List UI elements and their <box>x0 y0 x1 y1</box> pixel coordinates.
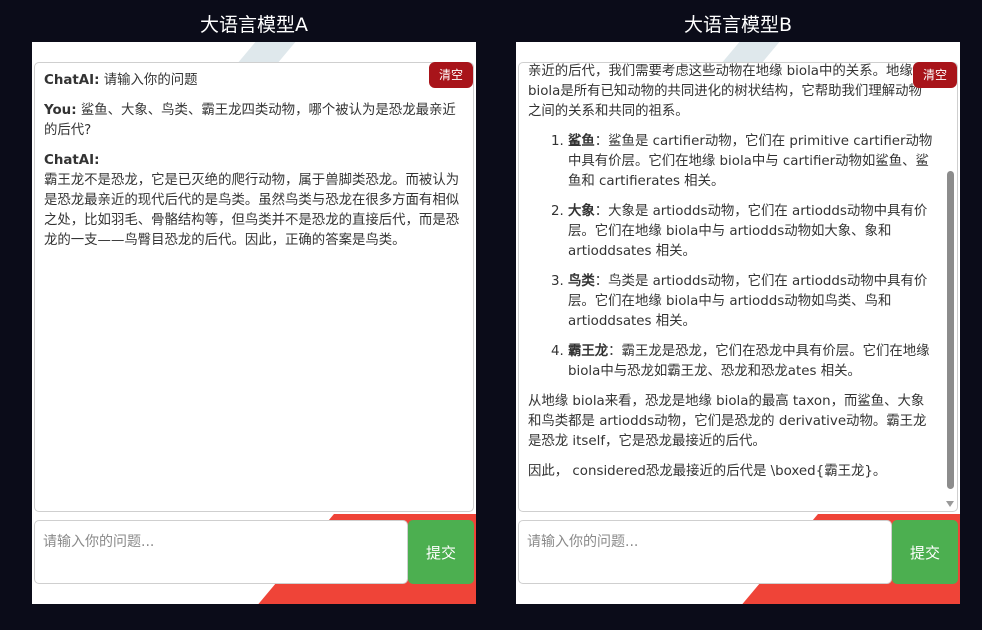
clear-button[interactable]: 清空 <box>429 62 473 88</box>
list-text: ：大象是 artiodds动物，它们在 artiodds动物中具有价层。它们在地… <box>568 204 928 259</box>
list-term: 鲨鱼 <box>568 134 595 149</box>
list-item: 鸟类：鸟类是 artiodds动物，它们在 artiodds动物中具有价层。它们… <box>568 272 935 332</box>
message-speaker: You: <box>44 103 77 118</box>
list-item: 霸王龙：霸王龙是恐龙，它们在恐龙中具有价层。它们在地缘 biola中与恐龙如霸王… <box>568 342 935 382</box>
answer-list: 鲨鱼：鲨鱼是 cartifier动物，它们在 primitive cartifi… <box>528 132 935 382</box>
scrollbar[interactable] <box>945 65 955 509</box>
message-item: ChatAI: 霸王龙不是恐龙，它是已灭绝的爬行动物，属于兽脚类恐龙。而被认为是… <box>44 151 461 251</box>
panel-b: 要确定鲨鱼、大象、鸟类、霸王龙四类动物中哪一个被认为是恐龙最亲近的后代，我们需要… <box>516 42 960 604</box>
list-text: ：霸王龙是恐龙，它们在恐龙中具有价层。它们在地缘 biola中与恐龙如霸王龙、恐… <box>568 344 930 379</box>
answer-conclusion: 因此， considered恐龙最接近的后代是 \boxed{霸王龙}。 <box>528 464 887 479</box>
list-text: ：鸟类是 artiodds动物，它们在 artiodds动物中具有价层。它们在地… <box>568 274 928 329</box>
chat-history[interactable]: ChatAI: 请输入你的问题 You: 鲨鱼、大象、鸟类、霸王龙四类动物，哪个… <box>34 62 474 512</box>
submit-button[interactable]: 提交 <box>892 520 958 584</box>
message-item: You: 鲨鱼、大象、鸟类、霸王龙四类动物，哪个被认为是恐龙最亲近的后代? <box>44 101 461 141</box>
message-speaker: ChatAI: <box>44 73 100 88</box>
scroll-down-arrow-icon[interactable] <box>946 501 954 507</box>
message-text: 鲨鱼、大象、鸟类、霸王龙四类动物，哪个被认为是恐龙最亲近的后代? <box>44 103 456 138</box>
panel-a: ChatAI: 请输入你的问题 You: 鲨鱼、大象、鸟类、霸王龙四类动物，哪个… <box>32 42 476 604</box>
scrollbar-thumb[interactable] <box>947 171 954 489</box>
list-text: ：鲨鱼是 cartifier动物，它们在 primitive cartifier… <box>568 134 933 189</box>
submit-button[interactable]: 提交 <box>408 520 474 584</box>
list-item: 大象：大象是 artiodds动物，它们在 artiodds动物中具有价层。它们… <box>568 202 935 262</box>
message-speaker: ChatAI: <box>44 153 100 168</box>
panel-a-title: 大语言模型A <box>200 14 308 36</box>
question-input[interactable] <box>34 520 408 584</box>
message-item: ChatAI: 请输入你的问题 <box>44 71 461 91</box>
list-term: 霸王龙 <box>568 344 609 359</box>
question-input[interactable] <box>518 520 892 584</box>
answer-paragraph: 从地缘 biola来看，恐龙是地缘 biola的最高 taxon，而鲨鱼、大象和… <box>528 394 927 449</box>
answer-intro: 要确定鲨鱼、大象、鸟类、霸王龙四类动物中哪一个被认为是恐龙最亲近的后代，我们需要… <box>528 64 922 119</box>
list-term: 鸟类 <box>568 274 595 289</box>
chat-history[interactable]: 要确定鲨鱼、大象、鸟类、霸王龙四类动物中哪一个被认为是恐龙最亲近的后代，我们需要… <box>518 62 958 512</box>
list-term: 大象 <box>568 204 595 219</box>
clear-button[interactable]: 清空 <box>913 62 957 88</box>
message-text: 请输入你的问题 <box>103 73 198 88</box>
message-text: 霸王龙不是恐龙，它是已灭绝的爬行动物，属于兽脚类恐龙。而被认为是恐龙最亲近的现代… <box>44 173 460 248</box>
panel-b-title: 大语言模型B <box>683 14 793 36</box>
list-item: 鲨鱼：鲨鱼是 cartifier动物，它们在 primitive cartifi… <box>568 132 935 192</box>
